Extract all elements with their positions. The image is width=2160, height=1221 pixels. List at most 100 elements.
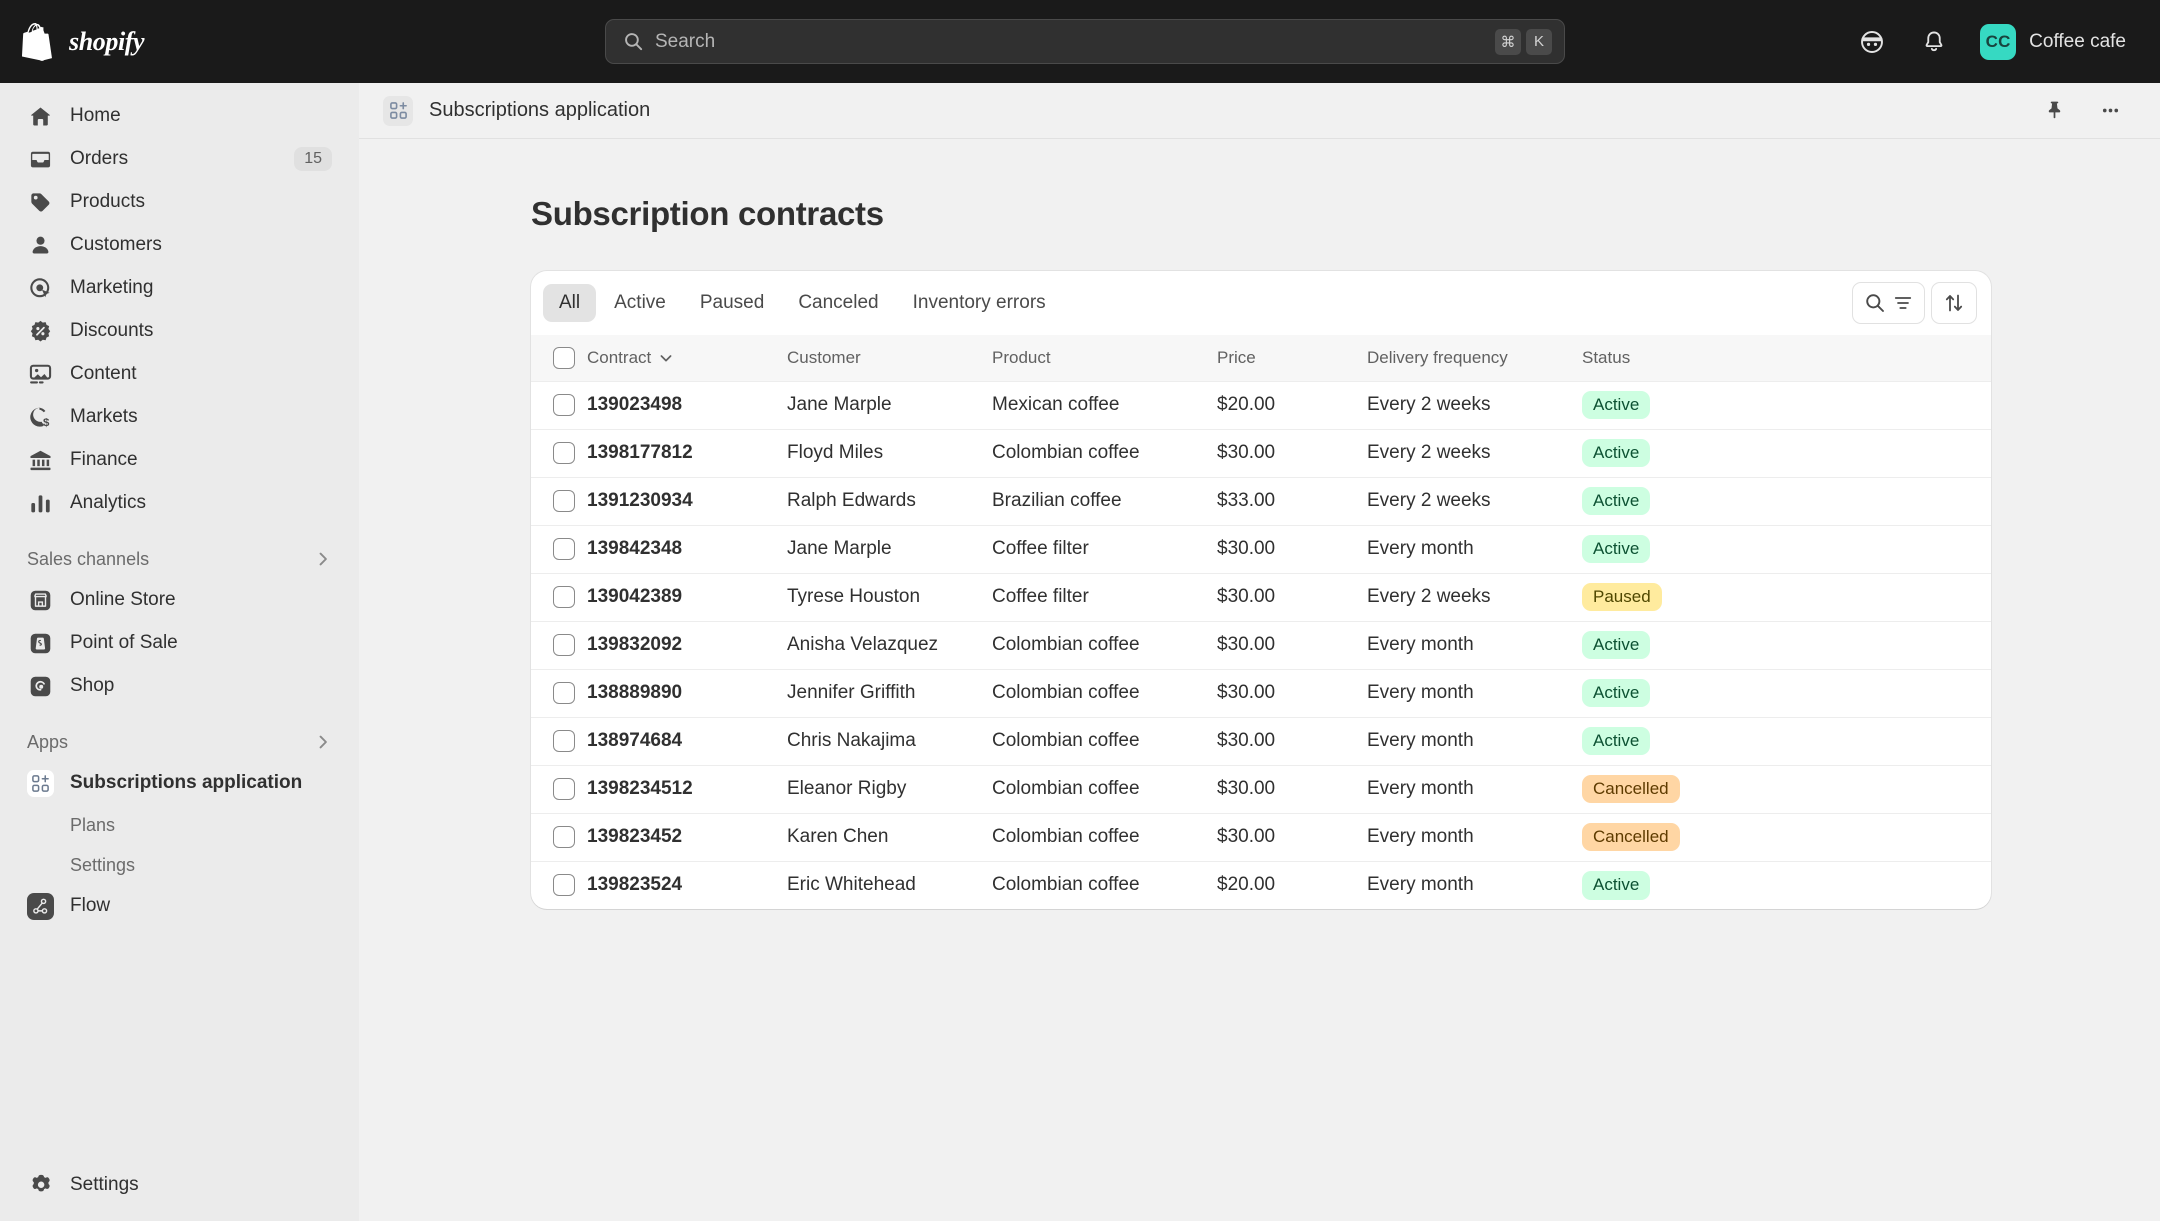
- cell-customer: Tyrese Houston: [787, 572, 992, 621]
- tab-all[interactable]: All: [543, 284, 597, 322]
- row-checkbox[interactable]: [553, 538, 575, 560]
- table-row[interactable]: 138889890 Jennifer Griffith Colombian coff…: [531, 668, 1991, 717]
- table-row[interactable]: 139823524 Eric Whitehead Colombian coffee $…: [531, 860, 1991, 909]
- sidebar-item-shop[interactable]: Shop: [16, 665, 343, 707]
- table-row[interactable]: 139832092 Anisha Velazquez Colombian coffe…: [531, 620, 1991, 669]
- app-header-bar: Subscriptions application: [359, 83, 2160, 139]
- sidebar-section-apps[interactable]: Apps: [16, 722, 343, 762]
- tab-canceled[interactable]: Canceled: [782, 284, 894, 322]
- sidebar-item-discounts[interactable]: Discounts: [16, 310, 343, 352]
- store-account-button[interactable]: CC Coffee cafe: [1975, 19, 2138, 65]
- row-checkbox[interactable]: [553, 778, 575, 800]
- store-name: Coffee cafe: [2029, 30, 2126, 52]
- status-badge: Cancelled: [1582, 774, 1680, 804]
- row-checkbox[interactable]: [553, 394, 575, 416]
- table-row[interactable]: 139823452 Karen Chen Colombian coffee $30.0…: [531, 812, 1991, 861]
- row-checkbox[interactable]: [553, 682, 575, 704]
- sidebar-subitem-label: Plans: [70, 814, 116, 835]
- column-header-customer: Customer: [787, 347, 861, 367]
- svg-text:$: $: [43, 417, 50, 429]
- row-checkbox[interactable]: [553, 634, 575, 656]
- sidebar-item-analytics[interactable]: Analytics: [16, 482, 343, 524]
- cell-product: Colombian coffee: [992, 860, 1217, 909]
- cell-delivery-frequency: Every 2 weeks: [1367, 380, 1582, 429]
- table-row[interactable]: 1398234512 Eleanor Rigby Colombian coffee $…: [531, 764, 1991, 813]
- app-icon-box: [27, 769, 54, 797]
- row-checkbox[interactable]: [553, 490, 575, 512]
- tab-paused[interactable]: Paused: [684, 284, 780, 322]
- sidebar-item-subscriptions-application[interactable]: Subscriptions application: [16, 762, 343, 804]
- sidebar-section-sales-channels[interactable]: Sales channels: [16, 539, 343, 579]
- tab-active[interactable]: Active: [598, 284, 682, 322]
- table-row[interactable]: 1391230934 Ralph Edwards Brazilian coffee $…: [531, 476, 1991, 525]
- sort-button[interactable]: [1931, 282, 1977, 324]
- table-row[interactable]: 139842348 Jane Marple Coffee filter $30.00 E…: [531, 524, 1991, 573]
- app-icon-box: [27, 892, 54, 920]
- cell-status: Active: [1582, 620, 1991, 669]
- table-body: 139023498 Jane Marple Mexican coffee $20.00…: [531, 380, 1991, 909]
- sidebar-item-customers[interactable]: Customers: [16, 224, 343, 266]
- table-row[interactable]: 139023498 Jane Marple Mexican coffee $20.00…: [531, 380, 1991, 429]
- cell-price: $33.00: [1217, 476, 1367, 525]
- sidebar-item-marketing[interactable]: Marketing: [16, 267, 343, 309]
- notifications-button[interactable]: [1913, 21, 1955, 63]
- shop-icon: [27, 674, 54, 699]
- sidebar-item-label: Content: [70, 363, 137, 384]
- sidebar-item-label: Shop: [70, 675, 115, 696]
- sidebar-item-finance[interactable]: Finance: [16, 439, 343, 481]
- sidebar-item-settings[interactable]: Settings: [16, 1164, 343, 1206]
- cell-contract: 139042389: [587, 572, 787, 621]
- cell-delivery-frequency: Every month: [1367, 764, 1582, 813]
- sidebar: Home Orders 15 Products Customers Market…: [0, 83, 359, 1221]
- cell-price: $20.00: [1217, 860, 1367, 909]
- flow-icon: [27, 892, 54, 920]
- search-shortcut: ⌘ K: [1495, 28, 1552, 55]
- contract-id: 1398234512: [587, 778, 693, 799]
- column-header-status: Status: [1582, 347, 1631, 367]
- more-options-button[interactable]: [2090, 91, 2130, 131]
- support-face-button[interactable]: [1851, 21, 1893, 63]
- sidebar-item-orders[interactable]: Orders 15: [16, 138, 343, 180]
- search-input[interactable]: Search ⌘ K: [605, 19, 1565, 64]
- search-and-filter-button[interactable]: [1852, 282, 1925, 324]
- status-badge: Cancelled: [1582, 822, 1680, 852]
- row-checkbox[interactable]: [553, 442, 575, 464]
- cell-customer: Ralph Edwards: [787, 476, 992, 525]
- cell-price: $30.00: [1217, 524, 1367, 573]
- cell-delivery-frequency: Every month: [1367, 716, 1582, 765]
- table-row[interactable]: 139042389 Tyrese Houston Coffee filter $30.…: [531, 572, 1991, 621]
- shopify-logo[interactable]: shopify: [0, 22, 187, 61]
- row-checkbox[interactable]: [553, 826, 575, 848]
- column-header-contract[interactable]: Contract: [587, 335, 787, 381]
- sidebar-subitem-settings[interactable]: Settings: [16, 845, 343, 885]
- sidebar-item-home[interactable]: Home: [16, 95, 343, 137]
- main-content: Subscriptions application Subscription c…: [359, 83, 2160, 1221]
- row-checkbox[interactable]: [553, 874, 575, 897]
- select-all-checkbox[interactable]: [553, 346, 575, 369]
- contract-id: 139042389: [587, 586, 683, 607]
- sort-arrows-icon: [1945, 294, 1963, 312]
- cell-price: $30.00: [1217, 428, 1367, 477]
- table-row[interactable]: 1398177812 Floyd Miles Colombian coffee $30…: [531, 428, 1991, 477]
- sidebar-item-content[interactable]: Content: [16, 353, 343, 395]
- finance-bank-icon: [27, 448, 54, 473]
- sidebar-item-label: Home: [70, 105, 121, 126]
- search-icon: [1866, 294, 1884, 312]
- row-checkbox[interactable]: [553, 730, 575, 752]
- column-header-price: Price: [1217, 347, 1256, 367]
- cell-delivery-frequency: Every 2 weeks: [1367, 428, 1582, 477]
- sidebar-subitem-plans[interactable]: Plans: [16, 805, 343, 845]
- cell-price: $30.00: [1217, 716, 1367, 765]
- row-checkbox[interactable]: [553, 586, 575, 608]
- sidebar-item-markets[interactable]: $ Markets: [16, 396, 343, 438]
- pin-app-button[interactable]: [2034, 91, 2074, 131]
- sidebar-item-label: Flow: [70, 895, 111, 916]
- sidebar-item-online-store[interactable]: Online Store: [16, 579, 343, 621]
- cell-status: Active: [1582, 524, 1991, 573]
- sidebar-item-products[interactable]: Products: [16, 181, 343, 223]
- sidebar-item-flow[interactable]: Flow: [16, 885, 343, 927]
- table-row[interactable]: 138974684 Chris Nakajima Colombian coffee $…: [531, 716, 1991, 765]
- sidebar-item-label: Settings: [70, 1174, 139, 1195]
- tab-inventory-errors[interactable]: Inventory errors: [897, 284, 1062, 322]
- sidebar-item-point-of-sale[interactable]: Point of Sale: [16, 622, 343, 664]
